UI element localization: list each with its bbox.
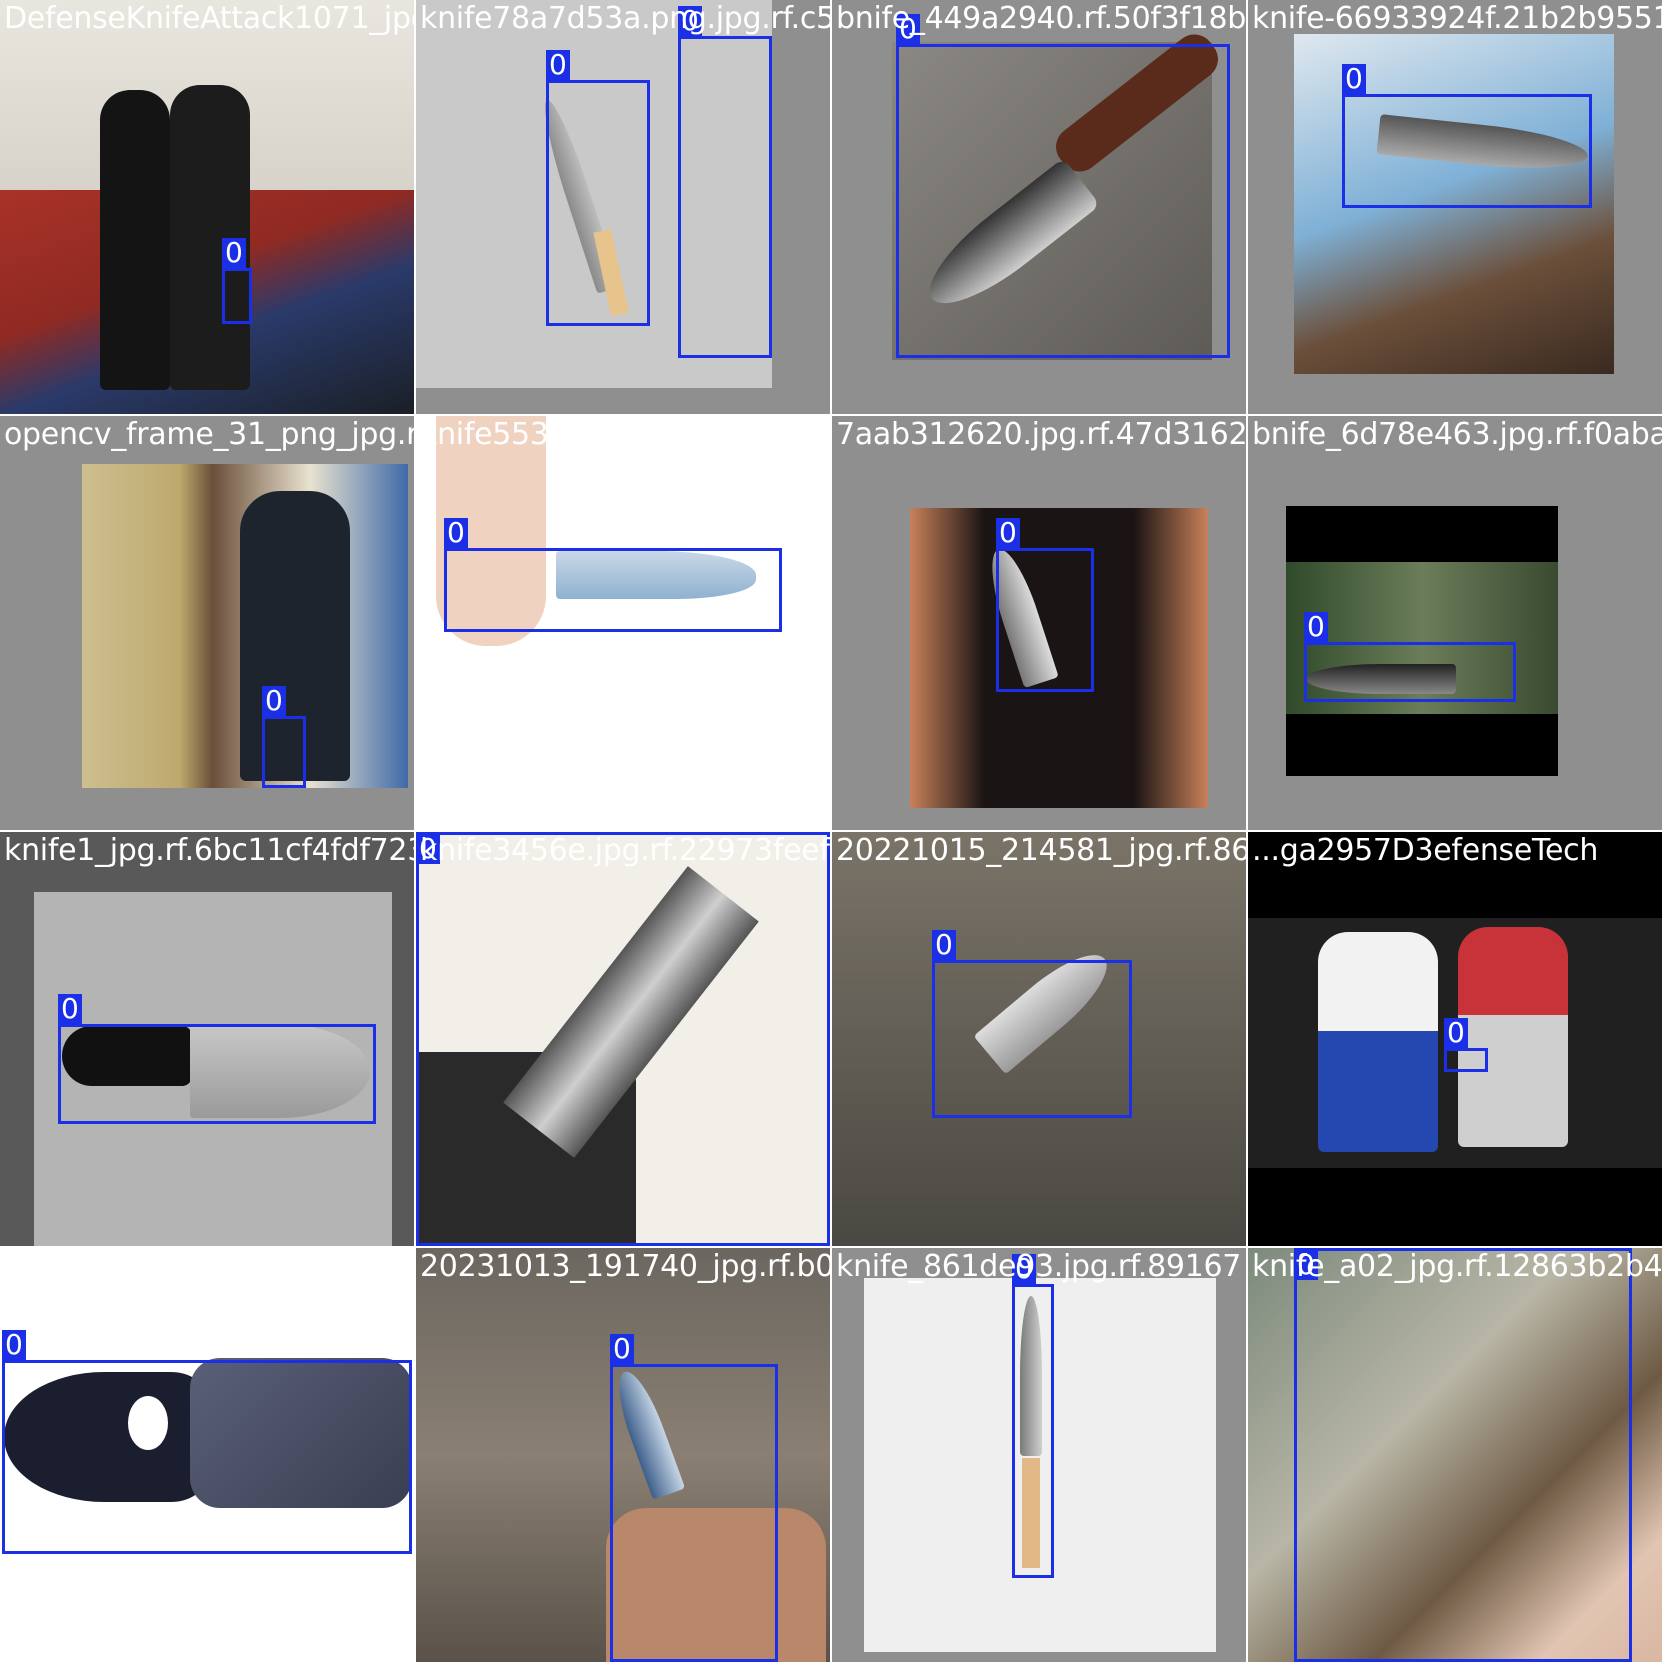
class-label: 0	[2, 1330, 26, 1360]
tile-16: 0 knife_a02_jpg.rf.12863b2b47	[1248, 1248, 1662, 1662]
tile-filename: knife-077_jpg.rf.040ad652cc	[4, 1249, 414, 1284]
tile-filename: ...ga2957D3efenseTech	[1252, 833, 1599, 868]
bbox: 0	[896, 14, 1230, 358]
bbox: 0	[222, 238, 252, 324]
bbox: 0	[678, 6, 772, 358]
tile-12: 0 ...ga2957D3efenseTech	[1248, 832, 1662, 1246]
tile-14: 0 20231013_191740_jpg.rf.b02	[416, 1248, 830, 1662]
tile-filename: 20221015_214581_jpg.rf.86b92a	[836, 833, 1246, 868]
class-label: 0	[262, 686, 286, 716]
bbox: 0	[416, 832, 830, 1246]
tile-5: 0 opencv_frame_31_png_jpg.rf...	[0, 416, 414, 830]
tile-3: 0 bnife_449a2940.rf.50f3f18b4c0...	[832, 0, 1246, 414]
tile-filename: opencv_frame_31_png_jpg.rf...	[4, 417, 414, 452]
tile-filename: knife_861de93.jpg.rf.89167	[836, 1249, 1242, 1284]
class-label: 0	[996, 518, 1020, 548]
tile-15: 0 knife_861de93.jpg.rf.89167	[832, 1248, 1246, 1662]
class-label: 0	[1342, 64, 1366, 94]
tile-filename: bnife_6d78e463.jpg.rf.f0abaeaca	[1252, 417, 1662, 452]
tile-9: 0 knife1_jpg.rf.6bc11cf4fdf723	[0, 832, 414, 1246]
tile-13: 0 knife-077_jpg.rf.040ad652cc	[0, 1248, 414, 1662]
class-label: 0	[546, 50, 570, 80]
bbox: 0	[1304, 612, 1516, 702]
tile-filename: knife-66933924f.21b2b95513	[1252, 1, 1662, 36]
scene-fighter-right	[1458, 927, 1568, 1147]
class-label: 0	[932, 930, 956, 960]
tile-6: 0 knife5538f0...rf.b82116a22d	[416, 416, 830, 830]
bbox: 0	[1012, 1254, 1054, 1578]
tile-filename: 7aab312620.jpg.rf.47d3162936	[836, 417, 1246, 452]
bbox: 0	[546, 50, 650, 326]
tile-filename: DefenseKnifeAttack1071_jpg	[4, 1, 414, 36]
tile-filename: knife1_jpg.rf.6bc11cf4fdf723	[4, 833, 414, 868]
tile-filename: knife_a02_jpg.rf.12863b2b47	[1252, 1249, 1662, 1284]
tile-11: 0 20221015_214581_jpg.rf.86b92a	[832, 832, 1246, 1246]
bbox: 0	[932, 930, 1132, 1118]
tile-filename: knife3456e.jpg.rf.22973feef	[420, 833, 830, 868]
tile-filename: bnife_449a2940.rf.50f3f18b4c0...	[836, 1, 1246, 36]
tile-8: 0 bnife_6d78e463.jpg.rf.f0abaeaca	[1248, 416, 1662, 830]
tile-filename: 20231013_191740_jpg.rf.b02	[420, 1249, 830, 1284]
tile-1: 0 DefenseKnifeAttack1071_jpg	[0, 0, 414, 414]
tile-filename: knife78a7d53a.png.jpg.rf.c525...	[420, 1, 830, 36]
class-label: 0	[58, 994, 82, 1024]
bbox: 0	[1294, 1248, 1632, 1662]
mosaic-grid: 0 DefenseKnifeAttack1071_jpg 0 0 knife78…	[0, 0, 1664, 1664]
bbox: 0	[610, 1334, 778, 1662]
bbox: 0	[262, 686, 306, 788]
class-label: 0	[1444, 1018, 1468, 1048]
class-label: 0	[222, 238, 246, 268]
tile-filename: knife5538f0...rf.b82116a22d	[420, 417, 830, 452]
scene-fighter-left	[1318, 932, 1438, 1152]
bbox: 0	[58, 994, 376, 1124]
tile-10: 0 knife3456e.jpg.rf.22973feef	[416, 832, 830, 1246]
scene-fighter-left	[100, 90, 170, 390]
bbox: 0	[2, 1330, 412, 1554]
bbox: 0	[1444, 1018, 1488, 1072]
class-label: 0	[444, 518, 468, 548]
tile-4: 0 knife-66933924f.21b2b95513	[1248, 0, 1662, 414]
bbox: 0	[444, 518, 782, 632]
class-label: 0	[610, 1334, 634, 1364]
bbox: 0	[1342, 64, 1592, 208]
bbox: 0	[996, 518, 1094, 692]
class-label: 0	[1304, 612, 1328, 642]
tile-2: 0 0 knife78a7d53a.png.jpg.rf.c525...	[416, 0, 830, 414]
tile-7: 0 7aab312620.jpg.rf.47d3162936	[832, 416, 1246, 830]
